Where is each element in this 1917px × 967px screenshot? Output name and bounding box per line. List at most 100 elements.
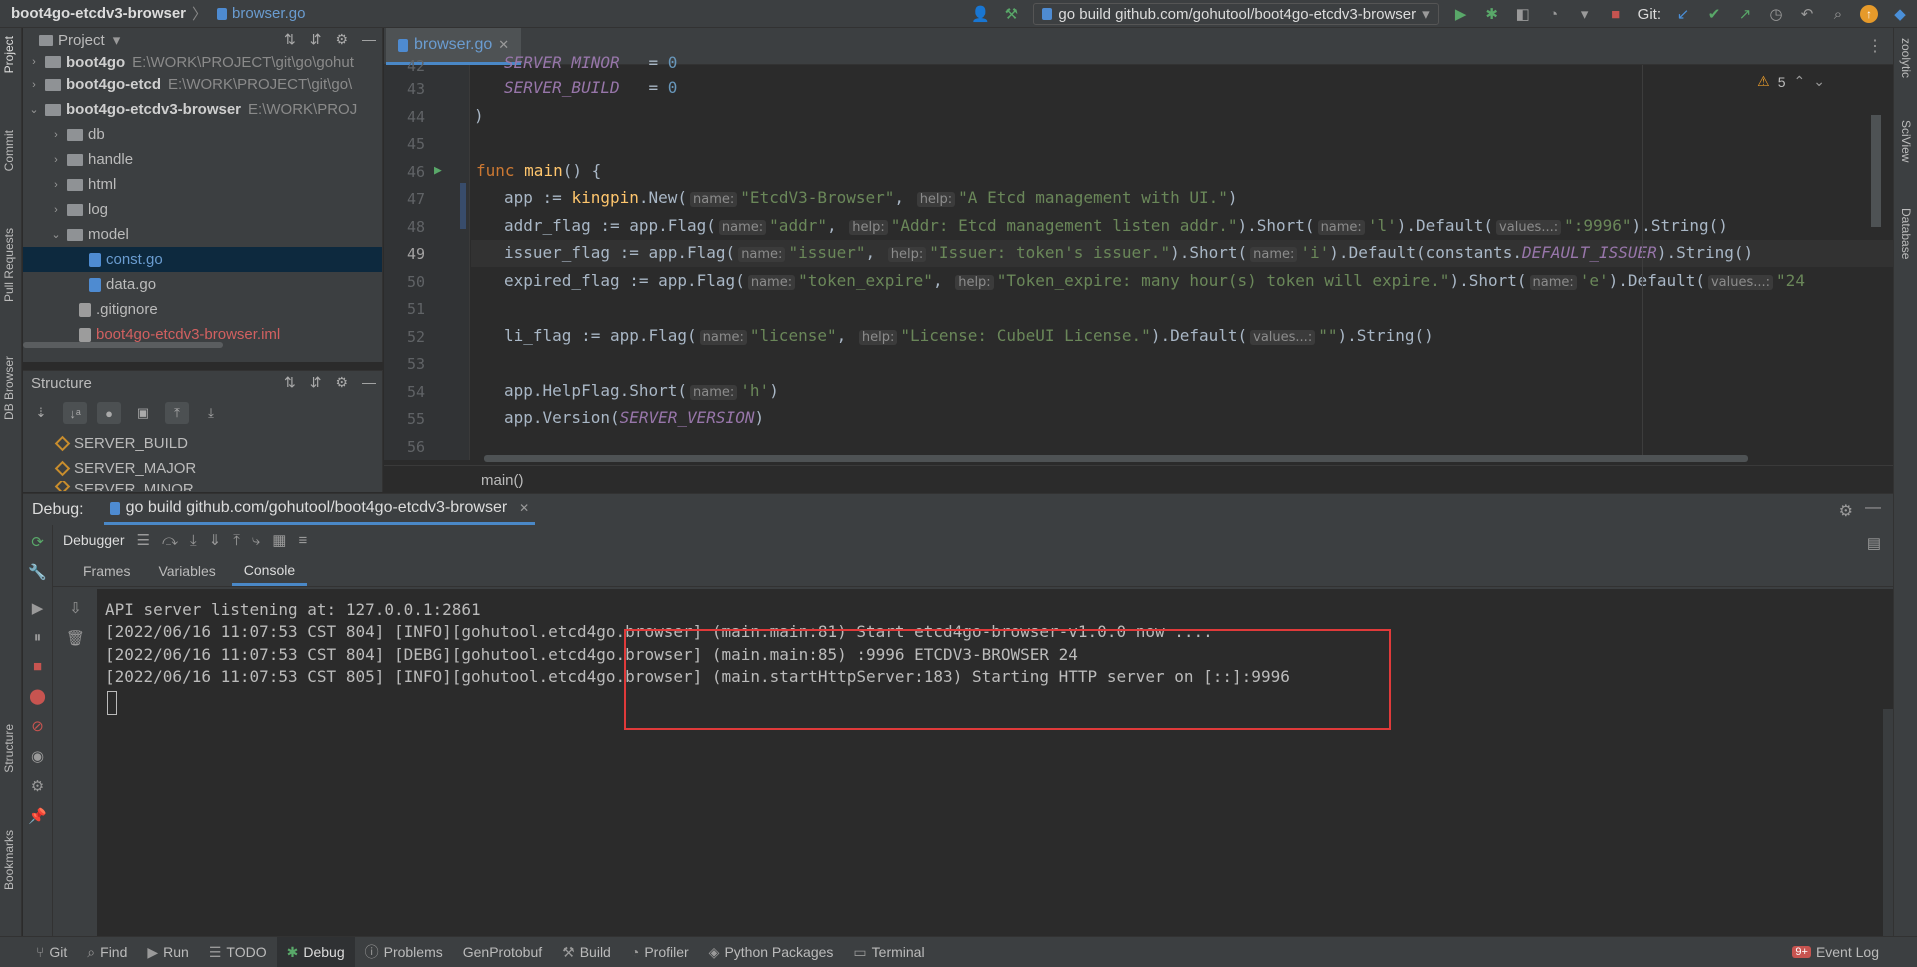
more-vertical-icon[interactable]: ⋮ — [1867, 36, 1883, 56]
scroll-to-source-icon[interactable]: ⤓ — [199, 402, 223, 424]
run-gutter-icon[interactable]: ▶ — [434, 163, 442, 178]
show-fields-icon[interactable]: ● — [97, 402, 121, 424]
tool-python-packages[interactable]: ◈ Python Packages — [699, 937, 844, 967]
view-breakpoints-icon[interactable]: ⬤ — [29, 687, 46, 705]
evaluate-icon[interactable]: ▦ — [272, 531, 286, 549]
history-icon[interactable]: ◷ — [1767, 5, 1785, 23]
breadcrumb-file[interactable]: browser.go — [232, 5, 305, 22]
tool-structure[interactable]: Structure — [2, 724, 16, 773]
chevron-down-icon[interactable]: ⌄ — [27, 103, 41, 116]
tab-frames[interactable]: Frames — [83, 556, 130, 586]
tool-problems[interactable]: ⓘ Problems — [355, 937, 453, 967]
sort-alpha-icon[interactable]: ↓ᵃ — [63, 402, 87, 424]
chevron-right-icon[interactable]: › — [49, 154, 63, 166]
tree-item[interactable]: ⌄ model — [23, 222, 382, 247]
tree-item[interactable]: › log — [23, 197, 382, 222]
camera-icon[interactable]: ◉ — [31, 747, 44, 765]
tree-item[interactable]: › handle — [23, 147, 382, 172]
tool-git[interactable]: ⑂ Git — [26, 937, 77, 967]
debugger-label[interactable]: Debugger — [63, 532, 125, 548]
chevron-down-icon[interactable]: ⌄ — [49, 228, 63, 241]
pin-icon[interactable]: 📌 — [28, 807, 47, 825]
tool-db-browser[interactable]: DB Browser — [2, 356, 16, 420]
horizontal-scrollbar[interactable] — [23, 342, 223, 348]
expand-all-icon[interactable]: ⇅ — [284, 31, 296, 48]
git-update-icon[interactable]: ↙ — [1674, 5, 1692, 23]
layout-icon[interactable]: ▤ — [1867, 534, 1881, 552]
step-over-icon[interactable]: ⤼ — [162, 532, 178, 549]
expand-all-icon[interactable]: ⇅ — [284, 374, 296, 391]
update-icon[interactable]: ↑ — [1860, 5, 1878, 23]
rerun-icon[interactable]: ⟳ — [31, 533, 44, 551]
horizontal-scrollbar[interactable] — [484, 455, 1748, 462]
mute-breakpoints-icon[interactable]: ⊘ — [31, 717, 44, 735]
tree-item[interactable]: › boot4go-etcd E:\WORK\PROJECT\git\go\ — [23, 72, 382, 97]
git-push-icon[interactable]: ↗ — [1736, 5, 1754, 23]
vertical-scrollbar[interactable] — [1871, 115, 1881, 227]
tool-terminal[interactable]: ▭ Terminal — [843, 937, 934, 967]
chevron-up-icon[interactable]: ⌃ — [1794, 73, 1806, 90]
gear-icon[interactable]: ⚙ — [335, 374, 348, 391]
tool-debug[interactable]: ✱ Debug — [276, 936, 355, 967]
chevron-down-icon[interactable]: ⌄ — [1813, 73, 1825, 90]
tree-item[interactable]: .gitignore — [23, 297, 382, 322]
chevron-right-icon[interactable]: › — [49, 129, 63, 141]
chevron-down-icon[interactable]: ▾ — [113, 31, 121, 49]
chevron-right-icon[interactable]: › — [49, 179, 63, 191]
tool-genprotobuf[interactable]: GenProtobuf — [453, 937, 552, 967]
gear-icon[interactable]: ⚙ — [335, 31, 348, 48]
code-editor[interactable]: 42 43 44 45 46 47 48 49 50 51 52 53 54 5… — [384, 53, 1893, 465]
step-out-icon[interactable]: ⤒ — [233, 532, 240, 549]
stop-icon[interactable]: ■ — [1607, 5, 1625, 23]
tab-console[interactable]: Console — [231, 556, 308, 586]
git-commit-icon[interactable]: ✔ — [1705, 5, 1723, 23]
run-to-cursor-icon[interactable]: ⤷ — [252, 532, 260, 549]
chevron-right-icon[interactable]: › — [49, 204, 63, 216]
step-into-icon[interactable]: ⤓ — [190, 532, 197, 549]
debug-session-tab[interactable]: go build github.com/gohutool/boot4go-etc… — [103, 494, 536, 525]
tree-item[interactable]: › boot4go E:\WORK\PROJECT\git\go\gohut — [23, 52, 382, 72]
tool-pull-requests[interactable]: Pull Requests — [2, 228, 16, 302]
tool-profiler[interactable]: ◔ Profiler — [621, 937, 699, 967]
hide-icon[interactable]: — — [362, 374, 376, 391]
search-icon[interactable]: ⌕ — [1829, 5, 1847, 23]
gear-icon[interactable]: ⚙ — [1839, 501, 1853, 521]
breadcrumb-function[interactable]: main() — [481, 472, 524, 489]
chevron-right-icon[interactable]: › — [27, 56, 41, 68]
settings-wrench-icon[interactable]: 🔧 — [28, 563, 47, 581]
structure-item[interactable]: SERVER_MAJOR — [23, 456, 382, 481]
collapse-all-icon[interactable]: ⇵ — [310, 31, 322, 48]
tree-item[interactable]: data.go — [23, 272, 382, 297]
tool-project[interactable]: Project — [2, 36, 16, 73]
tool-todo[interactable]: ☰ TODO — [199, 937, 277, 967]
tree-item[interactable]: › html — [23, 172, 382, 197]
tool-find[interactable]: ⌕ Find — [77, 937, 137, 967]
collapse-all-icon[interactable]: ⇵ — [310, 374, 322, 391]
force-step-into-icon[interactable]: ⇓ — [209, 531, 222, 549]
structure-item[interactable]: SERVER_BUILD — [23, 431, 382, 456]
trash-icon[interactable]: 🗑 — [66, 629, 85, 647]
close-icon[interactable]: ✕ — [519, 501, 529, 515]
resume-icon[interactable]: ▶ — [32, 599, 44, 617]
close-icon[interactable]: ✕ — [498, 37, 509, 53]
tree-item[interactable]: ⌄ boot4go-etcdv3-browser E:\WORK\PROJ — [23, 97, 382, 122]
run-configuration-select[interactable]: go build github.com/gohutool/boot4go-etc… — [1033, 3, 1439, 25]
stop-icon[interactable]: ■ — [33, 658, 42, 675]
structure-item[interactable]: SERVER_MINOR — [23, 481, 382, 491]
scroll-to-end-icon[interactable]: ⇩ — [69, 599, 82, 617]
project-panel-title[interactable]: Project — [58, 32, 105, 49]
menu-icon[interactable]: ☰ — [137, 531, 150, 549]
debug-icon[interactable]: ✱ — [1483, 5, 1501, 23]
tool-run[interactable]: ▶ Run — [137, 937, 198, 967]
tool-sciview[interactable]: SciView — [1899, 120, 1913, 162]
tool-database[interactable]: Database — [1899, 208, 1913, 259]
build-hammer-icon[interactable]: ⚒ — [1002, 5, 1020, 23]
rollback-icon[interactable]: ↶ — [1798, 5, 1816, 23]
hide-icon[interactable]: — — [1865, 499, 1881, 517]
user-icon[interactable]: 👤 — [971, 5, 990, 23]
gear-icon[interactable]: ⚙ — [31, 777, 44, 795]
jetbrains-icon[interactable]: ◆ — [1891, 5, 1909, 23]
tool-zoolytic[interactable]: zoolytic — [1899, 38, 1913, 78]
tree-item[interactable]: › db — [23, 122, 382, 147]
vertical-scrollbar[interactable] — [1883, 709, 1893, 937]
